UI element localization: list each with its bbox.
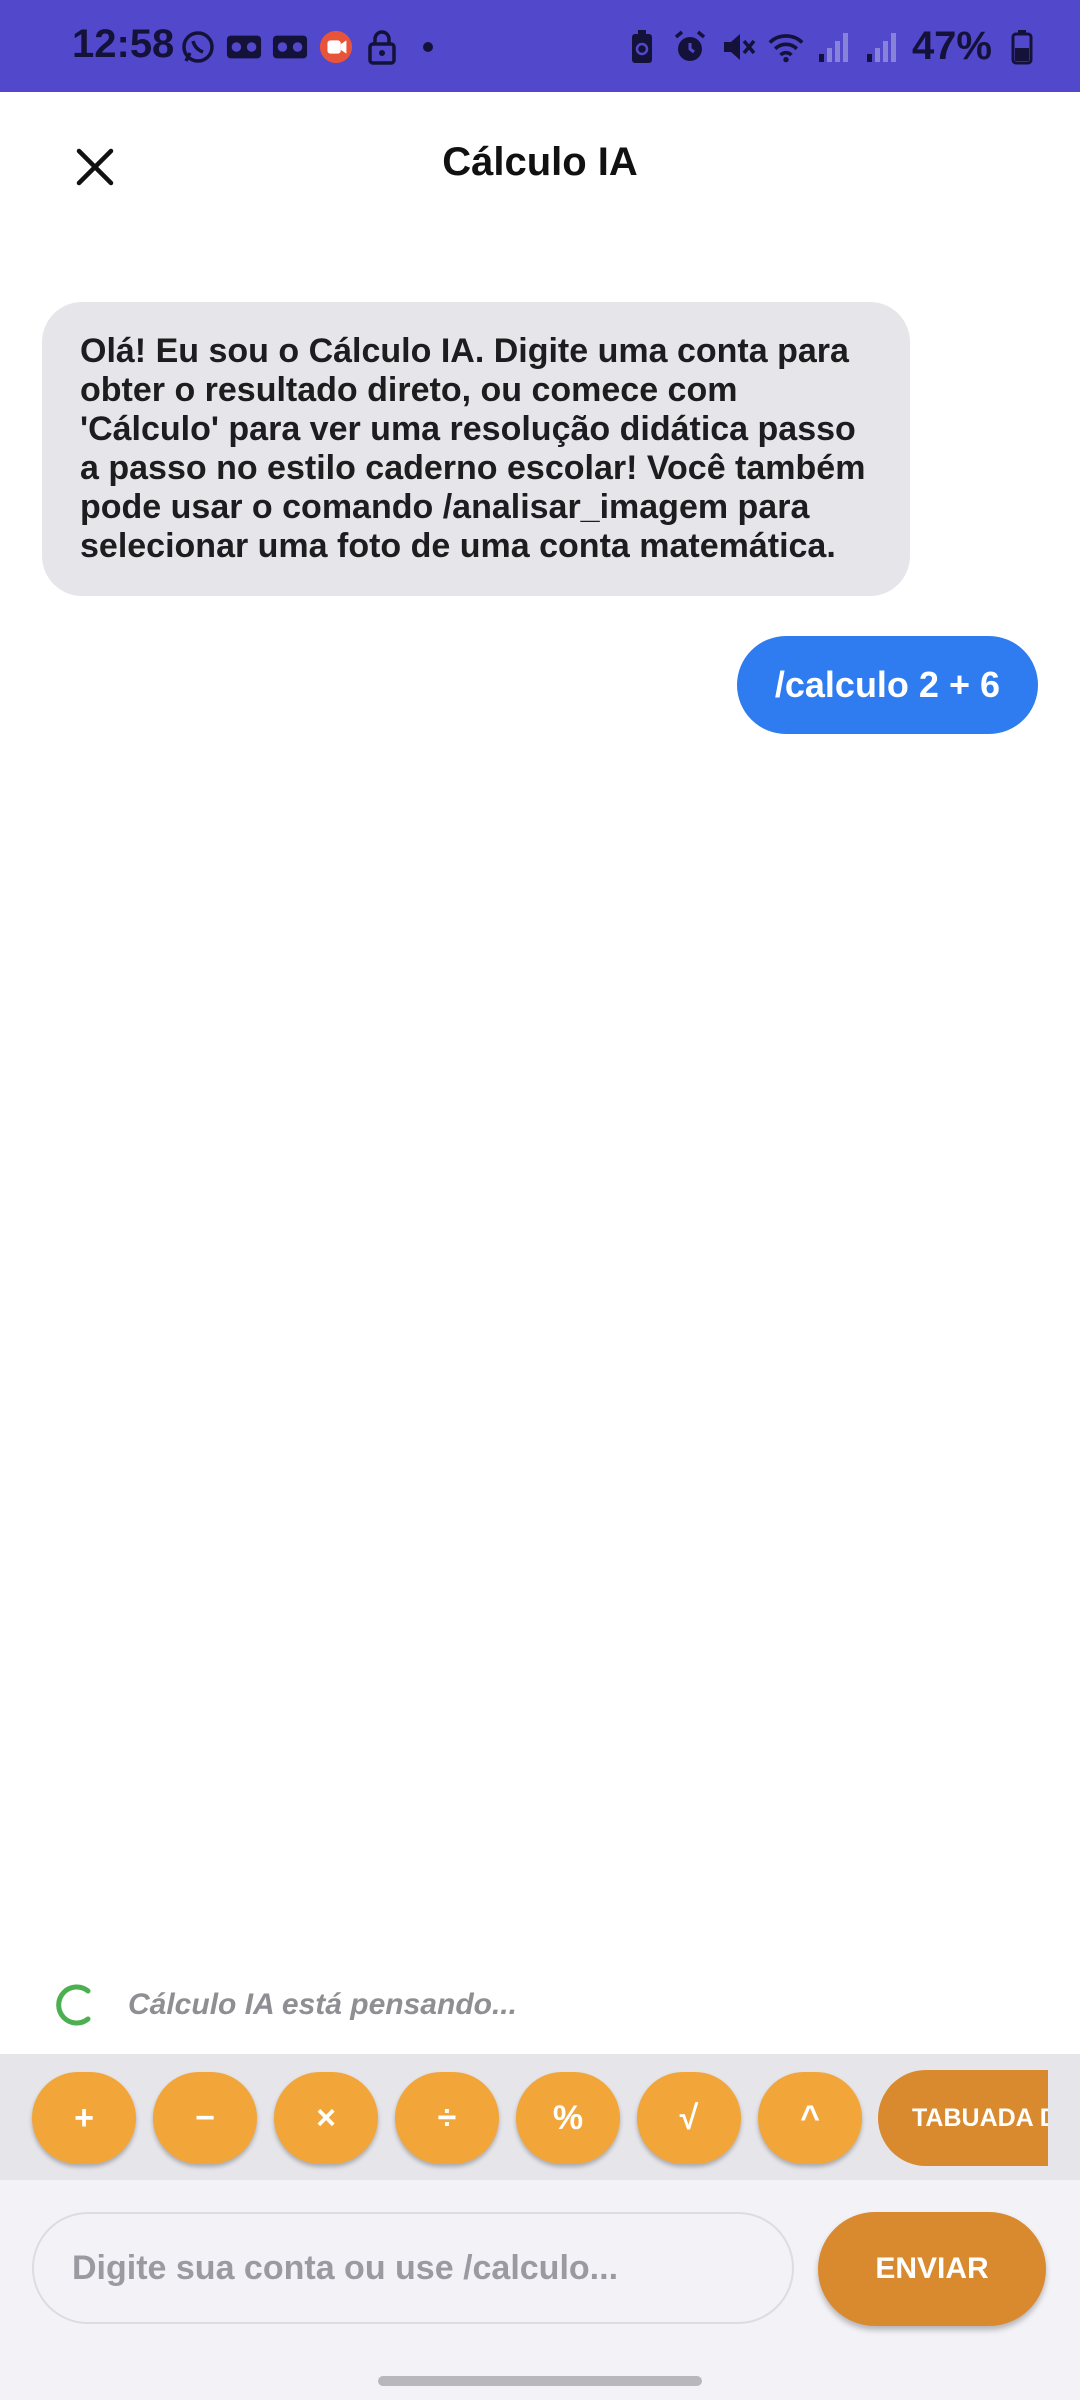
app-header: Cálculo IA <box>0 92 1080 242</box>
navigation-bar <box>0 2360 1080 2400</box>
thinking-text: Cálculo IA está pensando... <box>128 1988 517 2021</box>
status-bar: 12:58 47% <box>0 0 1080 92</box>
dot-icon <box>410 30 446 64</box>
operator-power-button[interactable]: ^ <box>758 2072 862 2164</box>
battery-icon <box>1004 29 1040 64</box>
operator-plus-button[interactable]: + <box>32 2072 136 2164</box>
whatsapp-icon <box>180 30 216 64</box>
page-title: Cálculo IA <box>442 140 638 184</box>
signal-icon <box>816 30 852 64</box>
operator-multiply-button[interactable]: × <box>274 2072 378 2164</box>
operator-bar[interactable]: + − × ÷ % √ ^ TABUADA DE <box>0 2054 1080 2180</box>
screen-recorder-icon <box>318 30 354 64</box>
alarm-icon <box>672 30 708 64</box>
operator-sqrt-button[interactable]: √ <box>637 2072 741 2164</box>
operator-percent-button[interactable]: % <box>516 2072 620 2164</box>
lock-icon <box>364 30 400 65</box>
wifi-icon <box>768 30 804 64</box>
bot-message-bubble: Olá! Eu sou o Cálculo IA. Digite uma con… <box>42 302 910 596</box>
tabuada-button[interactable]: TABUADA DE <box>878 2070 1048 2166</box>
message-input[interactable] <box>32 2212 794 2324</box>
mute-icon <box>720 30 756 64</box>
send-button[interactable]: ENVIAR <box>818 2212 1046 2326</box>
loading-spinner-icon <box>56 1984 91 2026</box>
thinking-indicator: Cálculo IA está pensando... <box>54 1980 517 2030</box>
status-left-icons <box>180 30 446 65</box>
signal-icon <box>864 30 900 64</box>
user-message-bubble: /calculo 2 + 6 <box>736 636 1038 734</box>
status-right-icons: 47% <box>624 24 1040 69</box>
battery-percentage: 47% <box>911 24 992 68</box>
message-composer: ENVIAR <box>0 2180 1080 2360</box>
battery-saver-icon <box>624 29 660 64</box>
status-time: 12:58 <box>72 22 175 66</box>
voicemail-icon <box>226 30 262 64</box>
voicemail-icon <box>272 30 308 64</box>
home-gesture-handle[interactable] <box>378 2376 702 2386</box>
operator-minus-button[interactable]: − <box>153 2072 257 2164</box>
operator-divide-button[interactable]: ÷ <box>395 2072 499 2164</box>
